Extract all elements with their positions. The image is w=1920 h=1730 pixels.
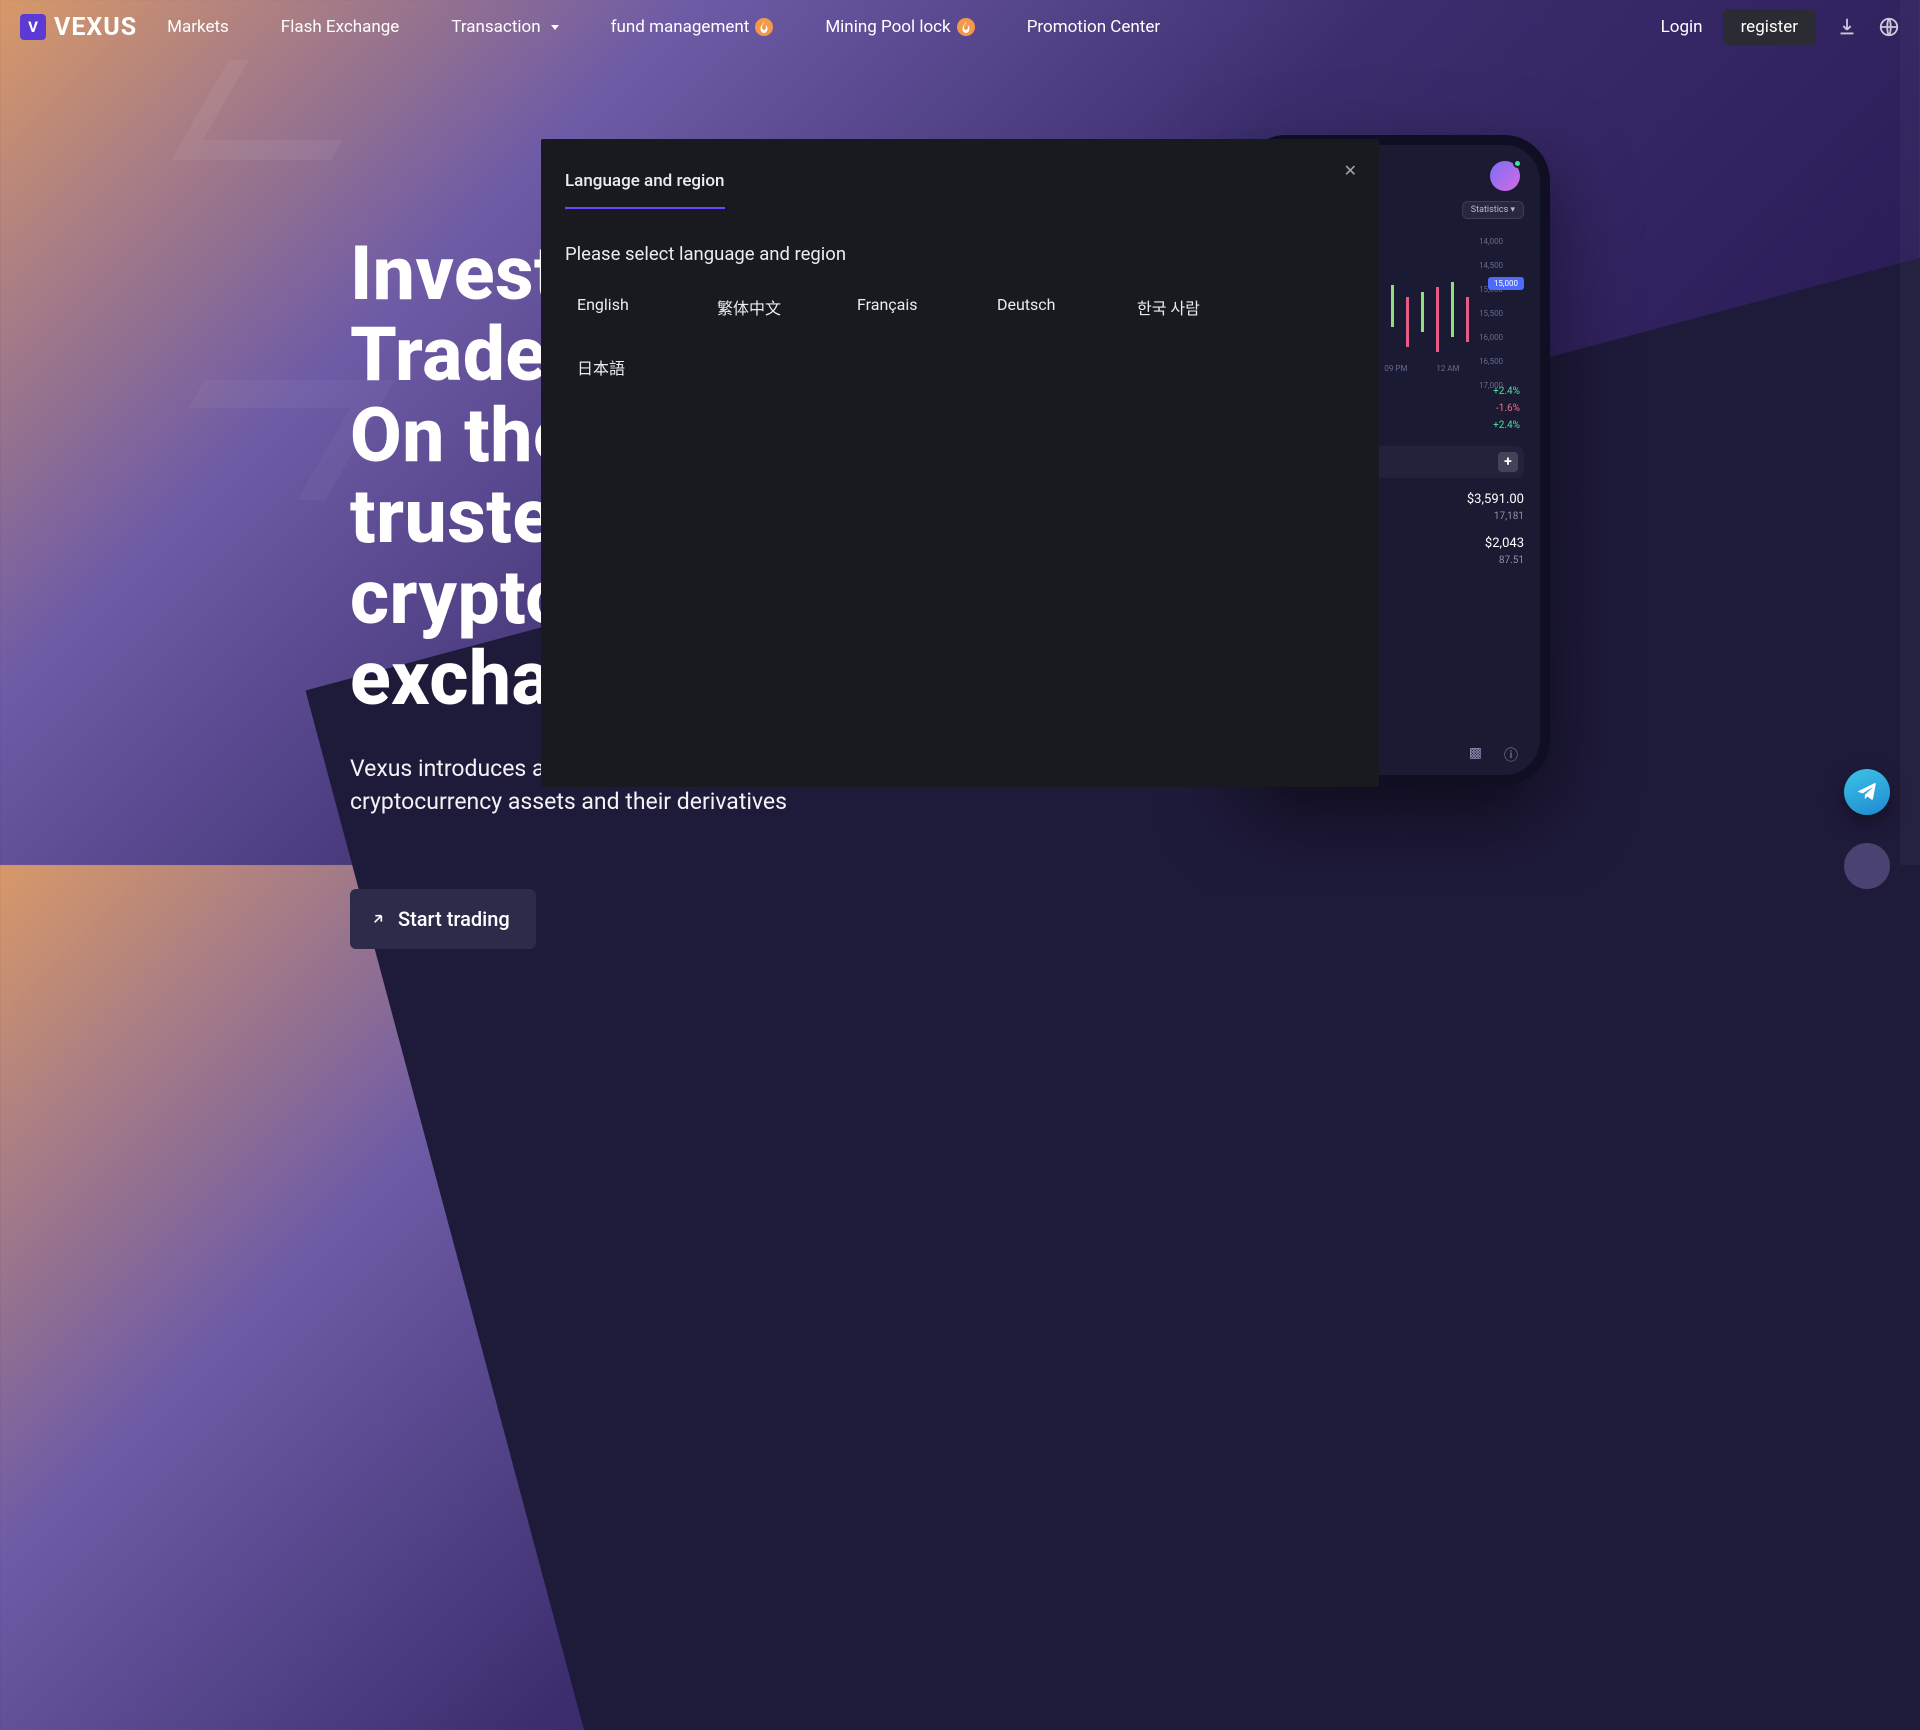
telegram-icon: [1856, 781, 1878, 803]
close-icon[interactable]: ✕: [1344, 161, 1357, 180]
lang-traditional-chinese[interactable]: 繁体中文: [705, 287, 845, 327]
modal-prompt: Please select language and region: [565, 243, 1355, 265]
modal-tab-language[interactable]: Language and region: [565, 171, 725, 209]
language-region-modal: Language and region ✕ Please select lang…: [541, 139, 1379, 787]
secondary-fab[interactable]: [1844, 843, 1890, 889]
lang-english[interactable]: English: [565, 287, 705, 327]
start-trading-label: Start trading: [398, 907, 510, 931]
lang-french[interactable]: Français: [845, 287, 985, 327]
language-grid: English 繁体中文 Français Deutsch 한국 사람 日本語: [565, 287, 1355, 387]
telegram-fab[interactable]: [1844, 769, 1890, 815]
arrow-up-right-icon: [370, 911, 386, 927]
lang-korean[interactable]: 한국 사람: [1125, 287, 1265, 327]
modal-overlay: Language and region ✕ Please select lang…: [0, 0, 1920, 865]
lang-japanese[interactable]: 日本語: [565, 347, 705, 387]
lang-german[interactable]: Deutsch: [985, 287, 1125, 327]
start-trading-button[interactable]: Start trading: [350, 889, 536, 949]
